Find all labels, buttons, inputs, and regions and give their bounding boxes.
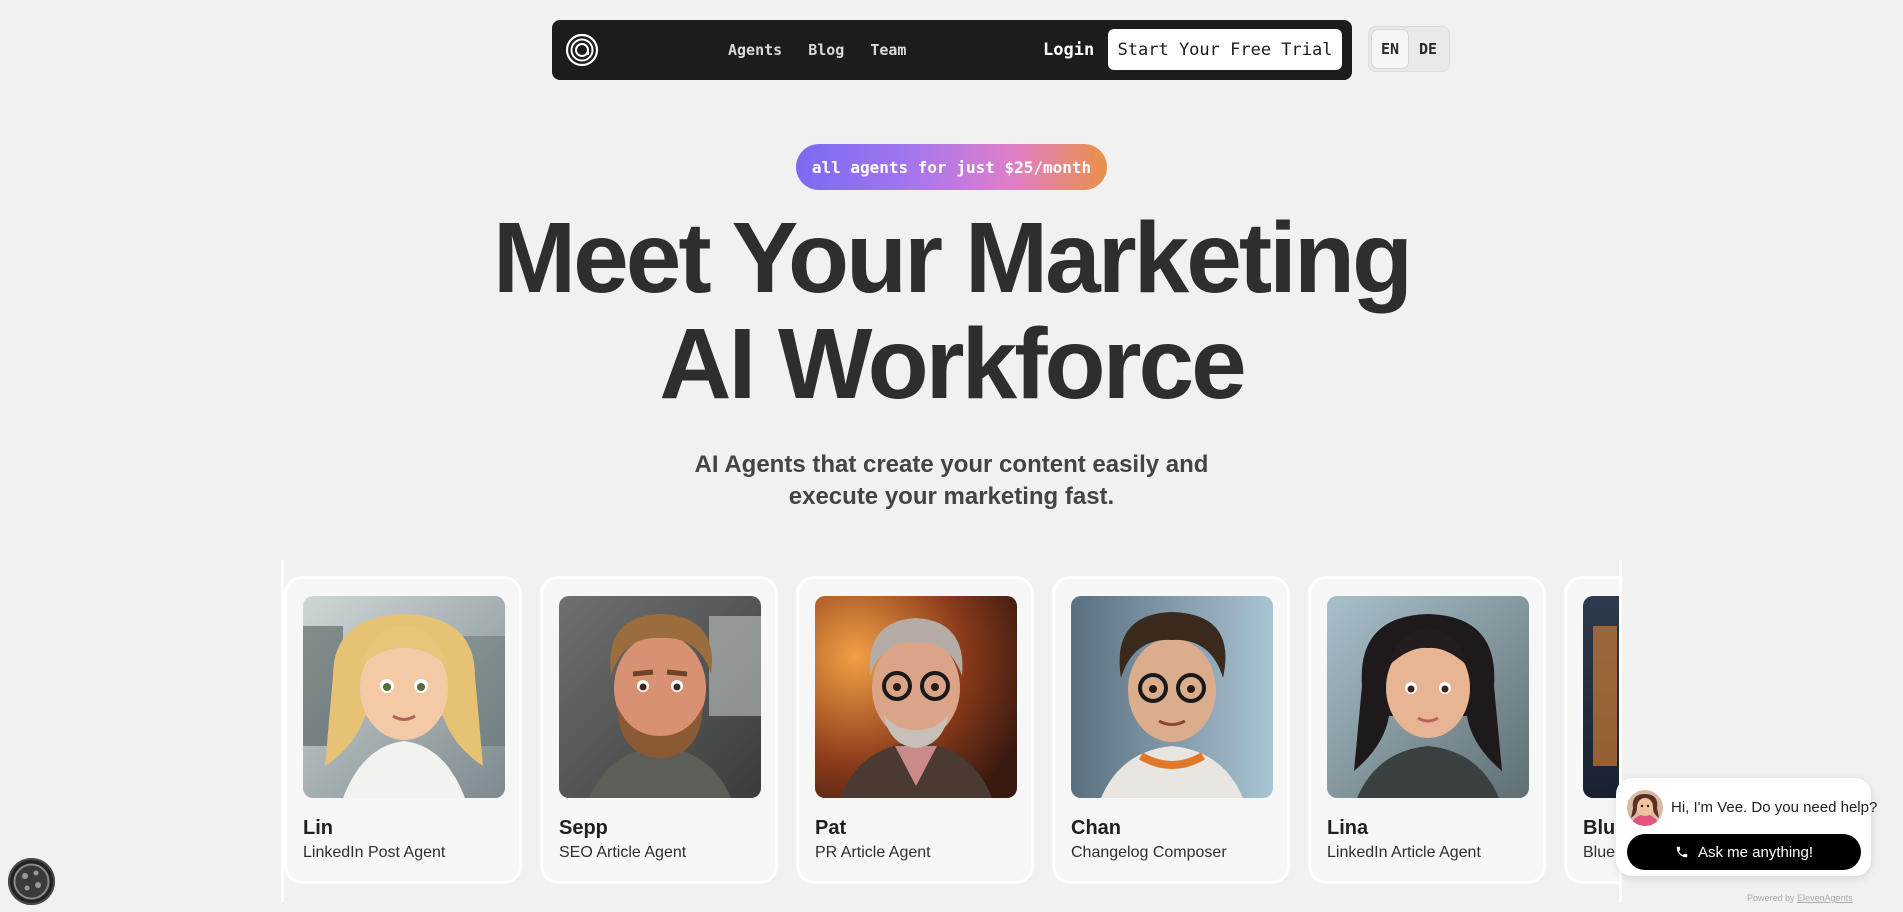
cookie-settings-button[interactable] xyxy=(8,858,55,905)
agent-role: Changelog Composer xyxy=(1071,844,1227,861)
agent-role: SEO Article Agent xyxy=(559,844,687,861)
agent-card-lina[interactable]: Lina LinkedIn Article Agent xyxy=(1308,576,1546,884)
nav-link-agents[interactable]: Agents xyxy=(728,41,782,59)
assistant-avatar xyxy=(1627,790,1663,826)
ask-me-anything-label: Ask me anything! xyxy=(1697,843,1814,861)
agent-carousel[interactable]: Lin LinkedIn Post Agent Sepp SEO Article… xyxy=(281,560,1622,902)
agent-role: PR Article Agent xyxy=(815,844,931,861)
agent-avatar-chan xyxy=(1071,596,1273,798)
powered-by: Powered by ElevenAgents xyxy=(1747,893,1853,903)
agent-name: Chan xyxy=(1071,817,1121,839)
agent-avatar-blu xyxy=(1583,596,1622,798)
hero-subtitle: AI Agents that create your content easil… xyxy=(0,449,1903,513)
agent-avatar-sepp xyxy=(559,596,761,798)
agent-card-sepp[interactable]: Sepp SEO Article Agent xyxy=(540,576,778,884)
chat-widget: Hi, I'm Vee. Do you need help? Ask me an… xyxy=(1616,778,1877,876)
nav-link-blog[interactable]: Blog xyxy=(808,41,844,59)
nav-links: Agents Blog Team xyxy=(728,20,906,80)
hero-title: Meet Your Marketing AI Workforce xyxy=(0,205,1903,417)
start-free-trial-button[interactable]: Start Your Free Trial xyxy=(1108,29,1342,70)
hero-title-line-2: AI Workforce xyxy=(659,308,1247,420)
ask-me-anything-button[interactable]: Ask me anything! xyxy=(1627,834,1861,870)
login-link[interactable]: Login xyxy=(1043,20,1094,80)
at-sign-logo-icon[interactable] xyxy=(565,33,599,67)
agent-name: Pat xyxy=(815,817,847,839)
powered-by-prefix: Powered by xyxy=(1747,893,1798,903)
agent-card-pat[interactable]: Pat PR Article Agent xyxy=(796,576,1034,884)
agent-name: Lina xyxy=(1327,817,1369,839)
agent-role: LinkedIn Post Agent xyxy=(303,844,446,861)
top-navbar: Agents Blog Team Login Start Your Free T… xyxy=(552,20,1352,80)
cookie-icon xyxy=(13,863,50,900)
pricing-badge: all agents for just $25/month xyxy=(796,144,1107,190)
agent-name: Sepp xyxy=(559,817,608,839)
lang-en-button[interactable]: EN xyxy=(1372,30,1408,68)
agent-avatar-pat xyxy=(815,596,1017,798)
language-switcher: EN DE xyxy=(1368,26,1450,72)
agent-avatar-lin xyxy=(303,596,505,798)
agent-avatar-lina xyxy=(1327,596,1529,798)
hero-subtitle-line-1: AI Agents that create your content easil… xyxy=(694,451,1209,478)
phone-icon xyxy=(1676,846,1688,858)
hero-title-line-1: Meet Your Marketing xyxy=(492,202,1413,314)
agent-card-lin[interactable]: Lin LinkedIn Post Agent xyxy=(284,576,522,884)
hero-subtitle-line-2: execute your marketing fast. xyxy=(788,483,1115,510)
nav-link-team[interactable]: Team xyxy=(870,41,906,59)
agent-card-blu[interactable]: Blu Blue xyxy=(1564,576,1622,884)
agent-card-chan[interactable]: Chan Changelog Composer xyxy=(1052,576,1290,884)
agent-name: Blu xyxy=(1583,817,1616,839)
agent-role: Blue xyxy=(1583,844,1616,861)
lang-de-button[interactable]: DE xyxy=(1410,30,1446,68)
powered-by-brand-link[interactable]: ElevenAgents xyxy=(1797,893,1853,903)
agent-name: Lin xyxy=(303,817,333,839)
chat-greeting: Hi, I'm Vee. Do you need help? xyxy=(1671,799,1878,816)
agent-role: LinkedIn Article Agent xyxy=(1327,844,1481,861)
